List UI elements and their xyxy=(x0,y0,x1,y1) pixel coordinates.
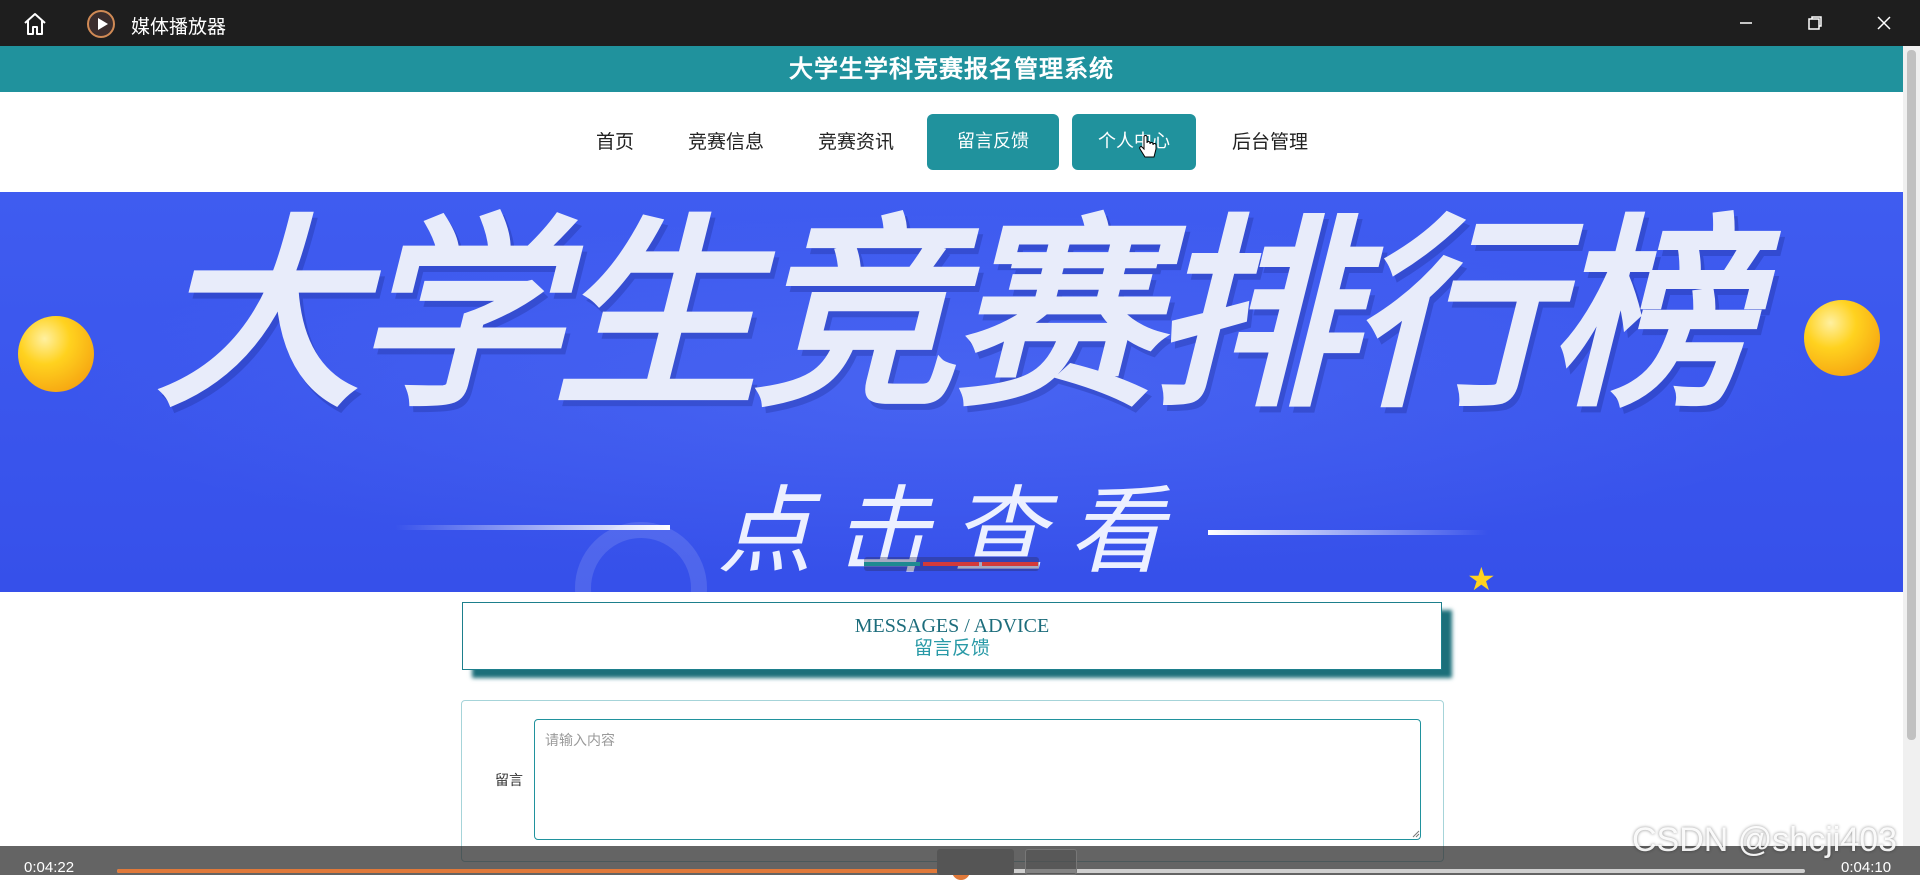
message-textarea[interactable] xyxy=(534,719,1421,840)
minimize-icon[interactable] xyxy=(1718,0,1774,46)
media-player-icon xyxy=(87,10,115,38)
section-heading-en: MESSAGES / ADVICE xyxy=(854,615,1050,637)
banner-dot-2[interactable] xyxy=(923,562,979,566)
close-icon[interactable] xyxy=(1856,0,1912,46)
banner-dot-3[interactable] xyxy=(982,562,1038,566)
nav-item-competition-info[interactable]: 竞赛信息 xyxy=(680,114,772,170)
watermark: CSDN @shcji403 xyxy=(1632,821,1898,859)
nav-item-home[interactable]: 首页 xyxy=(580,114,650,170)
elapsed-time: 0:04:22 xyxy=(24,859,75,876)
banner-pagination xyxy=(864,557,1039,571)
remaining-time: 0:04:10 xyxy=(1841,859,1892,876)
restore-icon[interactable] xyxy=(1787,0,1843,46)
more-options-button[interactable] xyxy=(1025,849,1077,875)
banner[interactable]: 大学生竞赛排行榜 点击查看 ★ xyxy=(0,192,1903,592)
nav-item-competition-news[interactable]: 竞赛资讯 xyxy=(810,114,902,170)
window-titlebar: 媒体播放器 xyxy=(0,0,1920,46)
nav-item-feedback[interactable]: 留言反馈 xyxy=(927,114,1059,170)
section-heading: MESSAGES / ADVICE 留言反馈 xyxy=(462,602,1442,670)
page-scrollbar[interactable] xyxy=(1903,46,1920,846)
home-icon[interactable] xyxy=(22,11,48,37)
star-icon: ★ xyxy=(1467,560,1496,592)
section-heading-zh: 留言反馈 xyxy=(913,637,990,659)
progress-fill xyxy=(117,869,961,873)
banner-title: 大学生竞赛排行榜 xyxy=(155,198,1754,436)
site-title: 大学生学科竞赛报名管理系统 xyxy=(0,46,1903,92)
message-label: 留言 xyxy=(495,773,523,789)
hand-cursor-icon xyxy=(1139,135,1157,158)
scrollbar-thumb[interactable] xyxy=(1907,50,1916,740)
main-nav: 首页 竞赛信息 竞赛资讯 留言反馈 个人中心 后台管理 xyxy=(0,92,1903,192)
banner-dot-1[interactable] xyxy=(864,562,920,566)
window-title: 媒体播放器 xyxy=(131,16,227,38)
play-pause-button[interactable] xyxy=(937,849,1014,875)
nav-item-admin[interactable]: 后台管理 xyxy=(1222,114,1318,170)
resize-grip-icon[interactable] xyxy=(1410,828,1420,838)
nav-item-personal-center[interactable]: 个人中心 xyxy=(1072,114,1196,170)
